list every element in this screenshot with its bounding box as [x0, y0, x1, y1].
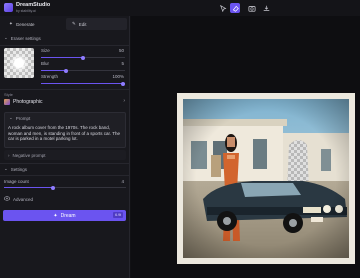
dream-label: Dream: [60, 212, 76, 219]
prompt-box[interactable]: ⌄ Prompt A rock album cover from the 197…: [4, 112, 126, 148]
tab-generate-label: Generate: [15, 21, 35, 27]
settings-header[interactable]: ⌄ Settings: [0, 164, 130, 174]
negative-prompt-toggle[interactable]: › Negative prompt: [4, 150, 126, 160]
app-subtitle: by stability.ai: [16, 9, 36, 13]
chevron-down-icon: ⌄: [4, 166, 8, 171]
blur-label: Blur: [41, 61, 50, 66]
blur-value: 5: [121, 61, 124, 66]
generated-image-art: [183, 99, 349, 258]
style-value: Photographic: [13, 99, 43, 105]
divider: [0, 45, 130, 46]
style-thumbnail: [4, 99, 10, 105]
eye-icon: [4, 196, 10, 202]
settings-label: Settings: [10, 166, 28, 172]
image-count-slider[interactable]: [4, 185, 126, 190]
blur-slider-fill: [41, 70, 67, 71]
sparkle-icon: ✦: [9, 21, 13, 26]
prompt-label: Prompt: [15, 115, 31, 121]
divider: [0, 175, 130, 176]
image-count-label: Image count: [4, 179, 29, 184]
brush-dot: [14, 58, 24, 68]
cursor-icon[interactable]: [218, 3, 228, 13]
settings-panel: ✦ Generate ✎ Edit ⌄ Eraser settings Size…: [0, 16, 130, 278]
chevron-down-icon: ⌄: [4, 35, 8, 40]
advanced-label: Advanced: [13, 196, 34, 202]
camera-icon[interactable]: [247, 3, 257, 13]
chevron-down-icon: ⌄: [9, 115, 13, 120]
strength-slider-fill: [41, 83, 125, 84]
blur-slider-thumb[interactable]: [64, 68, 69, 73]
top-bar: DreamStudio by stability.ai: [0, 0, 360, 16]
prompt-header: ⌄ Prompt: [9, 115, 30, 121]
style-select[interactable]: Photographic: [4, 97, 126, 107]
app-logo: [4, 3, 13, 12]
strength-label: Strength: [41, 74, 59, 79]
divider: [0, 89, 130, 90]
image-count-slider-thumb[interactable]: [50, 185, 55, 190]
strength-slider[interactable]: [41, 81, 125, 86]
sparkle-icon: ✦: [53, 212, 58, 219]
strength-slider-thumb[interactable]: [121, 81, 125, 86]
download-icon[interactable]: [261, 3, 271, 13]
eraser-settings-header[interactable]: ⌄ Eraser settings: [0, 33, 130, 43]
chevron-right-icon: ›: [123, 98, 125, 104]
brush-preview: [4, 48, 34, 78]
pencil-icon: ✎: [72, 21, 76, 26]
size-slider-thumb[interactable]: [81, 55, 85, 60]
mode-tabs: ✦ Generate ✎ Edit: [3, 18, 127, 30]
image-count-value: 4: [121, 179, 124, 184]
size-value: 50: [118, 48, 124, 53]
tab-edit[interactable]: ✎ Edit: [66, 18, 127, 30]
tab-edit-label: Edit: [78, 21, 87, 27]
generated-image[interactable]: [183, 99, 349, 258]
eraser-icon[interactable]: [230, 3, 240, 13]
size-slider-fill: [41, 57, 83, 58]
blur-slider[interactable]: [41, 68, 125, 73]
size-label: Size: [41, 48, 50, 53]
eraser-settings-label: Eraser settings: [10, 35, 41, 41]
negative-prompt-label: Negative prompt: [12, 152, 46, 158]
prompt-input[interactable]: A rock album cover from the 1970s. The r…: [8, 125, 124, 142]
image-count-slider-fill: [4, 187, 53, 188]
strength-value: 100%: [112, 74, 124, 79]
advanced-toggle[interactable]: Advanced: [4, 196, 33, 202]
size-slider[interactable]: [41, 55, 125, 60]
chevron-right-icon: ›: [8, 152, 10, 158]
app-title: DreamStudio: [16, 2, 51, 8]
dream-button[interactable]: ✦ Dream 6.9t: [3, 210, 126, 221]
dream-cost-badge: 6.9t: [113, 212, 123, 218]
tab-generate[interactable]: ✦ Generate: [3, 18, 64, 30]
